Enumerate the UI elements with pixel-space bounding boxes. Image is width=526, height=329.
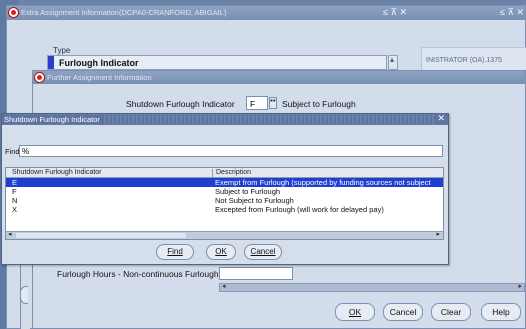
oracle-logo-icon [9,8,18,17]
table-row[interactable]: N Not Subject to Furlough [6,196,443,205]
shutdown-furlough-description: Subject to Furlough [282,99,356,109]
scroll-up-icon: ▴ [390,55,395,64]
table-row[interactable]: E Exempt from Furlough (supported by fun… [6,178,443,187]
row-code: X [12,205,18,214]
list-of-values-button[interactable]: ▪▪ [269,96,277,109]
column-header-indicator[interactable]: Shutdown Furlough Indicator [12,169,102,176]
shutdown-furlough-label: Shutdown Furlough Indicator [126,99,235,109]
shutdown-furlough-input[interactable]: F [246,96,268,110]
ok-button-label: OK [348,307,362,317]
lov-horizontal-scrollbar[interactable]: ◂ ▸ [6,231,443,239]
scroll-right-icon[interactable]: ▸ [518,282,522,290]
lov-title: Shutdown Furlough Indicator [4,115,102,124]
scroll-up-button[interactable]: ▴ [388,55,398,70]
clear-button-label: Clear [440,307,462,317]
oracle-logo-icon [35,73,44,82]
clear-button[interactable]: Clear [431,303,471,321]
row-code: E [12,178,18,187]
find-value: % [22,147,30,156]
row-code: N [12,196,18,205]
table-row[interactable]: F Subject to Furlough [6,187,443,196]
current-record-indicator [48,56,54,69]
responsibility-text: INISTRATOR (OA).1375 [426,57,502,64]
scroll-right-icon[interactable]: ▸ [436,230,440,238]
extra-assignment-titlebar[interactable]: Extra Assignment Information(DCPA0-CRANF… [7,6,525,20]
cancel-button-label: Cancel [389,307,417,317]
row-description: Subject to Furlough [215,187,281,196]
lov-find-label: Find [167,247,183,256]
row-description: Not Subject to Furlough [215,196,294,205]
type-value: Furlough Indicator [59,58,139,68]
column-header-description[interactable]: Description [212,169,251,178]
row-code: F [12,187,17,196]
window-controls-secondary[interactable]: ≤ ⊼ ✕ [500,7,524,18]
scroll-left-icon[interactable]: ◂ [222,282,226,290]
lov-dialog: Shutdown Furlough Indicator ✕ Find % Shu… [1,113,449,265]
type-field[interactable]: Furlough Indicator [47,55,387,70]
lov-titlebar[interactable]: Shutdown Furlough Indicator ✕ [2,113,448,125]
lov-cancel-button[interactable]: Cancel [244,244,282,260]
help-button[interactable]: Help [481,303,521,321]
lov-ok-label: OK [215,247,227,256]
furlough-hours-input[interactable] [219,267,293,280]
lov-find-button[interactable]: Find [156,244,194,260]
type-label: Type [53,46,71,55]
horizontal-scrollbar[interactable]: ◂ ▸ [219,283,525,292]
extra-assignment-title: Extra Assignment Information(DCPA0-CRANF… [21,8,227,17]
lov-table: Shutdown Furlough Indicator Description … [5,167,444,240]
further-assignment-title: Further Assignment Information [47,73,152,82]
shutdown-furlough-value: F [250,99,256,109]
scroll-left-icon[interactable]: ◂ [8,230,12,238]
find-label: Find [5,147,20,156]
ok-button[interactable]: OK [335,303,375,321]
help-button-label: Help [492,307,510,317]
row-description: Exempt from Furlough (supported by fundi… [215,178,431,187]
window-controls[interactable]: ≤ ⊼ ✕ [383,7,407,18]
close-icon[interactable]: ✕ [436,113,446,124]
cancel-button[interactable]: Cancel [383,303,423,321]
lov-table-header: Shutdown Furlough Indicator Description [6,168,443,178]
lov-cancel-label: Cancel [250,247,276,256]
further-assignment-titlebar[interactable]: Further Assignment Information [33,71,525,84]
furlough-hours-label: Furlough Hours - Non-continuous Furlough [57,269,219,279]
responsibility-field: INISTRATOR (OA).1375 [421,47,526,72]
row-description: Excepted from Furlough (will work for de… [215,205,384,214]
table-row[interactable]: X Excepted from Furlough (will work for … [6,205,443,214]
find-input[interactable]: % [19,145,443,157]
left-panel-tab[interactable] [20,286,28,304]
lov-ok-button[interactable]: OK [206,244,236,260]
lov-icon: ▪▪ [270,96,276,105]
scrollbar-thumb[interactable] [16,233,186,238]
